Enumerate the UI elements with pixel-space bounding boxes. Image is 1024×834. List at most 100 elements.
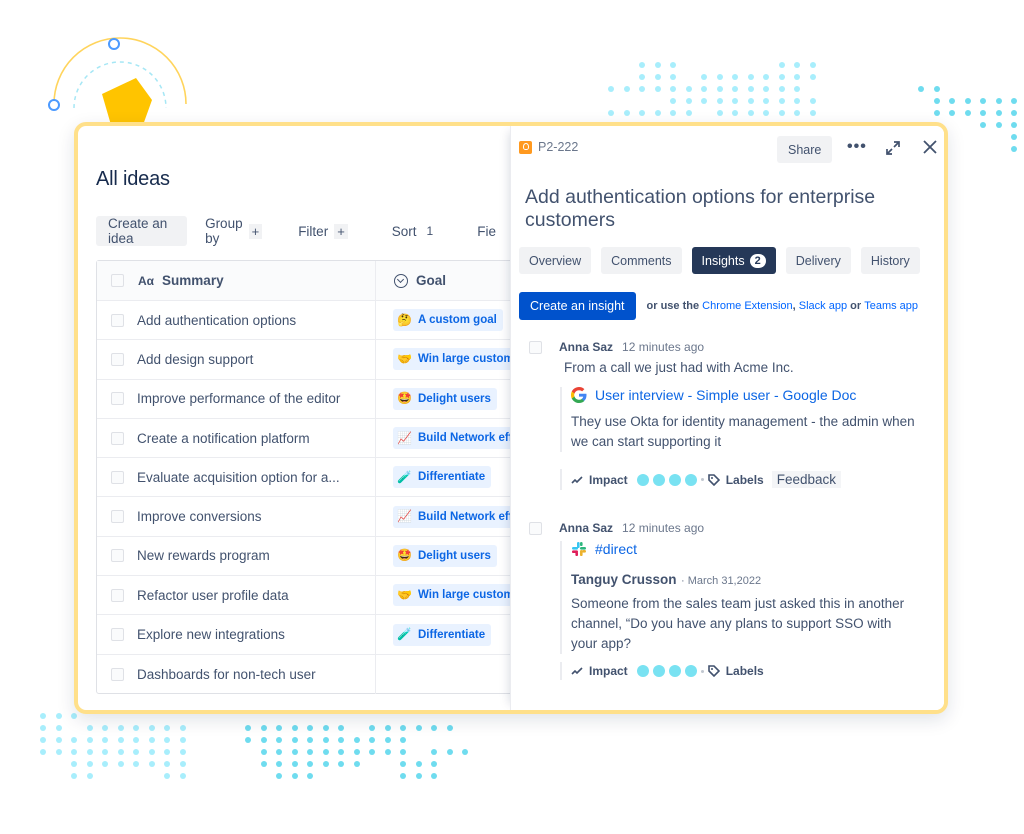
filter-button[interactable]: Filter + (286, 216, 360, 246)
impact-dot (652, 473, 665, 486)
impact-dot (636, 665, 649, 677)
row-checkbox[interactable] (111, 470, 124, 484)
table-row[interactable]: Dashboards for non-tech user (97, 654, 535, 694)
dot (949, 110, 955, 116)
row-checkbox[interactable] (111, 313, 124, 327)
dot (71, 713, 77, 719)
table-row[interactable]: New rewards program 🤩 Delight users (97, 536, 535, 577)
dot (40, 737, 46, 743)
quote-text: They use Okta for identity management - … (571, 414, 915, 449)
insight-checkbox[interactable] (529, 340, 542, 354)
table-row[interactable]: Evaluate acquisition option for a... 🧪 Dif… (97, 458, 535, 498)
row-checkbox[interactable] (111, 667, 124, 681)
idea-summary[interactable]: New rewards program (137, 548, 270, 563)
close-icon[interactable] (922, 139, 938, 155)
summary-cell[interactable]: Explore new integrations (97, 615, 376, 654)
sort-button[interactable]: Sort 1 (380, 216, 445, 246)
summary-cell[interactable]: Refactor user profile data (97, 576, 376, 615)
dot (763, 110, 769, 116)
quote-text: Someone from the sales team just asked t… (571, 596, 905, 651)
impact-rating[interactable] (636, 473, 701, 486)
fields-button[interactable]: Fie (465, 216, 508, 246)
share-button[interactable]: Share (777, 136, 833, 163)
summary-cell[interactable]: Improve performance of the editor (97, 379, 376, 418)
group-by-button[interactable]: Group by + (193, 216, 274, 246)
dot (164, 773, 170, 779)
idea-summary[interactable]: Improve conversions (137, 509, 262, 524)
tab-comments[interactable]: Comments (601, 247, 682, 274)
table-row[interactable]: Add design support 🤝 Win large customers (97, 340, 535, 380)
row-checkbox[interactable] (111, 549, 124, 563)
filter-label: Filter (298, 223, 329, 239)
source-link[interactable]: #direct (571, 541, 939, 557)
column-header-summary[interactable]: Aα Summary (97, 261, 376, 300)
summary-cell[interactable]: Add design support (97, 340, 376, 379)
impact-rating[interactable] (636, 665, 701, 677)
goal-chip[interactable]: 🤩 Delight users (393, 544, 497, 567)
tab-history[interactable]: History (860, 247, 920, 274)
idea-summary[interactable]: Add design support (137, 352, 253, 367)
table-row[interactable]: Add authentication options 🤔 A custom goal (97, 301, 535, 341)
message-date: March 31,2022 (687, 575, 762, 587)
goal-emoji-icon: 📈 (397, 430, 412, 445)
dot (71, 761, 77, 767)
dot (670, 98, 676, 104)
source-link[interactable]: User interview - Simple user - Google Do… (571, 387, 939, 403)
dot (716, 86, 723, 92)
tab-insights[interactable]: Insights 2 (691, 247, 776, 274)
idea-summary[interactable]: Refactor user profile data (137, 588, 289, 603)
idea-summary[interactable]: Evaluate acquisition option for a... (137, 470, 340, 485)
dot (179, 773, 186, 779)
summary-cell[interactable]: New rewards program (97, 536, 376, 576)
row-checkbox[interactable] (111, 352, 124, 366)
row-checkbox[interactable] (111, 510, 124, 524)
impact-label: Impact (589, 472, 628, 487)
table-row[interactable]: Refactor user profile data 🤝 Win large cus… (97, 576, 535, 616)
idea-summary[interactable]: Add authentication options (137, 313, 296, 328)
select-all-checkbox[interactable] (111, 274, 124, 287)
dot (654, 86, 661, 92)
table-row[interactable]: Create a notification platform 📈 Build Net… (97, 418, 535, 459)
goal-emoji-icon: 📈 (397, 509, 412, 524)
create-idea-button[interactable]: Create an idea (96, 216, 188, 246)
row-checkbox[interactable] (111, 588, 124, 602)
goal-emoji-icon: 🧪 (397, 627, 412, 642)
summary-cell[interactable]: Improve conversions (97, 497, 376, 536)
table-row[interactable]: Improve performance of the editor 🤩 Deligh… (97, 379, 535, 419)
table-row[interactable]: Improve conversions 📈 Build Network effect… (97, 497, 535, 537)
dot (40, 713, 46, 719)
tab-delivery[interactable]: Delivery (785, 247, 851, 274)
summary-cell[interactable]: Dashboards for non-tech user (97, 654, 376, 694)
create-insight-button[interactable]: Create an insight (519, 292, 636, 320)
label-chip[interactable]: Feedback (771, 471, 841, 488)
slack-app-link[interactable]: Slack app (799, 300, 847, 312)
dot (431, 761, 437, 767)
row-checkbox[interactable] (111, 392, 124, 406)
idea-detail-panel: P2-222 Share ••• Add authentication opti… (510, 126, 944, 710)
tab-overview[interactable]: Overview (519, 247, 592, 274)
idea-title: Add authentication options for enterpris… (525, 186, 876, 231)
table-row[interactable]: Explore new integrations 🧪 Differentiate (97, 615, 535, 655)
goal-chip[interactable]: 🧪 Differentiate (393, 623, 492, 646)
summary-cell[interactable]: Evaluate acquisition option for a... (97, 458, 376, 497)
idea-summary[interactable]: Explore new integrations (137, 627, 285, 642)
insight-checkbox[interactable] (529, 521, 542, 535)
goal-chip[interactable]: 🤩 Delight users (393, 387, 497, 410)
idea-summary[interactable]: Dashboards for non-tech user (137, 667, 316, 682)
idea-summary[interactable]: Create a notification platform (137, 431, 310, 446)
chrome-extension-link[interactable]: Chrome Extension (702, 300, 793, 312)
idea-summary[interactable]: Improve performance of the editor (137, 391, 340, 406)
issue-key[interactable]: P2-222 (538, 140, 578, 154)
row-checkbox[interactable] (111, 431, 124, 445)
goal-chip[interactable]: 🧪 Differentiate (393, 466, 492, 489)
expand-icon[interactable] (885, 140, 901, 156)
teams-app-link[interactable]: Teams app (864, 300, 918, 312)
summary-cell[interactable]: Create a notification platform (97, 418, 376, 458)
more-actions-icon[interactable]: ••• (847, 139, 867, 155)
summary-cell[interactable]: Add authentication options (97, 301, 376, 340)
row-checkbox[interactable] (111, 628, 124, 642)
goal-chip[interactable]: 🤔 A custom goal (393, 309, 503, 332)
goal-emoji-icon: 🧪 (397, 469, 412, 484)
dot (778, 98, 785, 104)
dot (291, 761, 298, 767)
